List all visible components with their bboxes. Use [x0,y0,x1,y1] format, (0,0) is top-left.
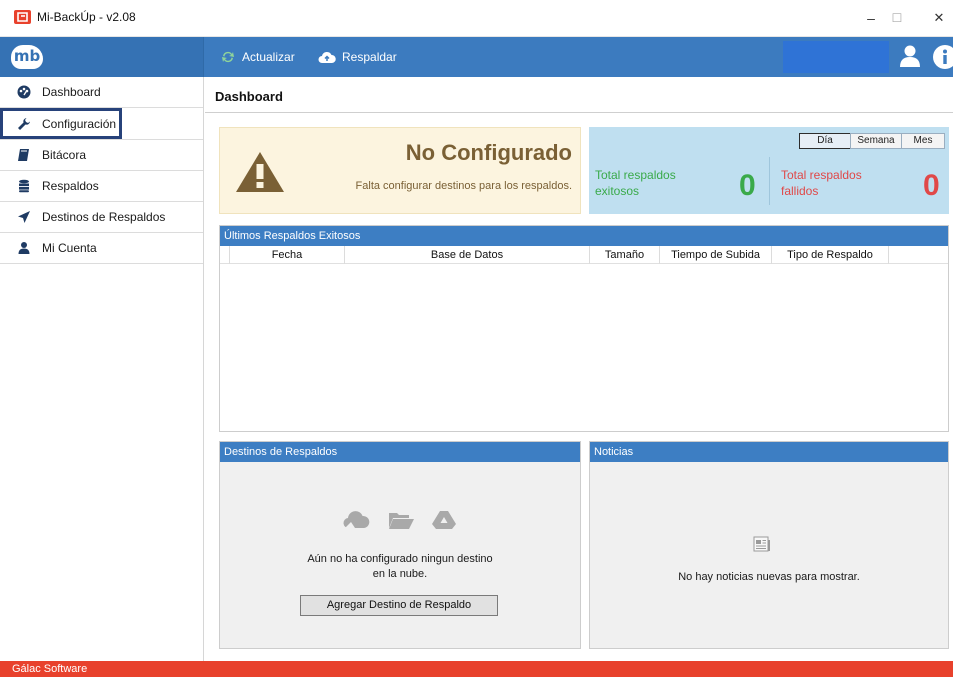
refresh-label: Actualizar [242,50,295,64]
cloud-upload-icon [318,51,336,63]
column-base-de-datos[interactable]: Base de Datos [345,246,590,264]
database-icon [17,179,31,193]
status-warning-card: No Configurado Falta configurar destinos… [219,127,581,214]
failed-count: 0 [923,169,940,202]
recent-backups-panel: Últimos Respaldos Exitosos Fecha Base de… [219,225,949,432]
book-icon [17,148,31,162]
sidebar-item-destinos[interactable]: Destinos de Respaldos [0,202,203,233]
period-tabs: Día Semana Mes [799,133,945,149]
mb-logo: mb [11,45,43,69]
window-title: Mi-BackÚp - v2.08 [37,10,136,24]
dashboard-icon [17,85,31,99]
maximize-button[interactable]: ☐ [882,6,912,30]
news-panel: Noticias No hay noticias nuevas para mos… [589,441,949,649]
user-account-button[interactable] [897,43,925,71]
sidebar-item-label: Destinos de Respaldos [42,210,166,224]
refresh-icon [222,51,234,63]
cloud-icon [343,511,370,529]
column-tipo-de-respaldo[interactable]: Tipo de Respaldo [772,246,889,264]
sidebar-item-dashboard[interactable]: Dashboard [0,77,203,108]
top-toolbar: mb Actualizar Respaldar [0,37,953,77]
column-fecha[interactable]: Fecha [230,246,345,264]
sidebar-item-label: Mi Cuenta [42,241,97,255]
success-count: 0 [739,169,756,202]
main-content: Dashboard No Configurado Falta configura… [205,77,953,661]
status-message: Falta configurar destinos para los respa… [355,180,572,192]
wrench-icon [17,117,31,131]
sidebar-item-label: Dashboard [42,85,101,99]
warning-icon [236,152,284,192]
recent-backups-header: Últimos Respaldos Exitosos [220,226,948,246]
no-destinations-line-2: en la nube. [372,568,428,580]
column-tiempo-de-subida[interactable]: Tiempo de Subida [660,246,772,264]
recent-backups-grid-body[interactable] [220,264,948,431]
info-button[interactable] [931,43,953,71]
page-title: Dashboard [215,89,283,104]
no-destinations-line-1: Aún no ha configurado ningun destino [307,553,493,565]
add-destination-button[interactable]: Agregar Destino de Respaldo [300,595,498,616]
footer-bar: Gálac Software [0,661,953,677]
info-icon [933,45,953,69]
column-tamano[interactable]: Tamaño [590,246,660,264]
toolbar-search-box[interactable] [783,41,889,73]
success-label-line-2: exitosos [595,184,640,198]
tab-mes[interactable]: Mes [901,133,945,149]
sidebar: Dashboard Configuración Bitácora Respald… [0,77,204,661]
stats-divider [769,157,770,205]
app-logo-icon [14,10,31,24]
status-title: No Configurado [405,140,572,165]
destinations-header: Destinos de Respaldos [220,442,580,462]
send-icon [17,210,31,224]
sidebar-item-mi-cuenta[interactable]: Mi Cuenta [0,233,203,264]
no-destinations-message: Aún no ha configurado ningun destino en … [220,552,580,582]
close-button[interactable]: ✕ [924,6,953,30]
failed-label: Total respaldos fallidos [781,167,862,199]
newspaper-icon [753,536,770,552]
sidebar-item-configuracion[interactable]: Configuración [0,108,122,139]
success-label: Total respaldos exitosos [595,167,676,199]
backup-stats-card: Día Semana Mes Total respaldos exitosos … [589,127,949,214]
failed-label-line-1: Total respaldos [781,168,862,182]
row-header-column [220,246,230,264]
folder-open-icon [389,513,414,529]
no-news-message: No hay noticias nuevas para mostrar. [678,571,860,583]
sidebar-item-respaldos[interactable]: Respaldos [0,171,203,202]
sidebar-item-label: Respaldos [42,179,99,193]
sidebar-item-label: Bitácora [42,148,87,162]
tab-semana[interactable]: Semana [850,133,902,149]
news-header: Noticias [590,442,948,462]
destinations-panel: Destinos de Respaldos Aún no ha configur… [219,441,581,649]
destination-provider-icons [220,510,580,530]
tab-dia[interactable]: Día [799,133,851,149]
sidebar-item-configuracion-wrap: Configuración [0,108,203,140]
google-drive-icon [432,511,456,529]
title-divider [205,112,953,113]
failed-label-line-2: fallidos [781,184,819,198]
sidebar-item-bitacora[interactable]: Bitácora [0,140,203,171]
success-label-line-1: Total respaldos [595,168,676,182]
logo-area: mb [0,37,204,77]
sidebar-item-label: Configuración [42,116,117,131]
user-icon [900,45,920,67]
user-icon [17,241,31,255]
backup-label: Respaldar [342,50,397,64]
refresh-button[interactable]: Actualizar [220,37,295,77]
recent-backups-column-headers: Fecha Base de Datos Tamaño Tiempo de Sub… [220,246,948,264]
backup-button[interactable]: Respaldar [318,37,397,77]
window-titlebar: Mi-BackÚp - v2.08 – ☐ ✕ [0,0,953,37]
